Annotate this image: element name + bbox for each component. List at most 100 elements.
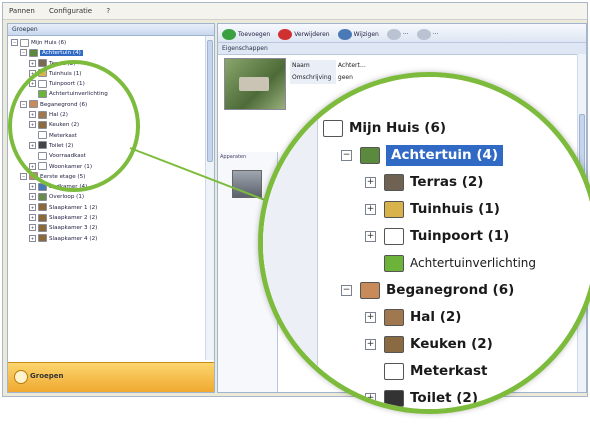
- menu-item-configuratie[interactable]: Configuratie: [43, 3, 98, 15]
- magnified-tree-item[interactable]: Mijn Huis (6): [323, 115, 536, 142]
- toolbar-button-label: ···: [402, 31, 409, 38]
- collapse-toggle[interactable]: −: [341, 149, 352, 161]
- menu-item-help[interactable]: ?: [100, 3, 116, 15]
- magnified-tree-item-label: Hal (2): [410, 309, 462, 325]
- menu-item-pannen[interactable]: Pannen: [3, 3, 41, 15]
- toolbar-button[interactable]: ···: [383, 24, 413, 40]
- tree-item[interactable]: − Achtertuin (4): [8, 48, 214, 58]
- magnified-tree-item[interactable]: + Tuinpoort (1): [323, 223, 536, 250]
- toolbar: Toevoegen Verwijderen Wijzigen ··· ···: [218, 24, 586, 43]
- tree-scrollbar[interactable]: [205, 36, 214, 360]
- tree-item[interactable]: + Terras (2): [8, 59, 214, 69]
- magnified-tree-item[interactable]: + Tuinhuis (1): [323, 196, 536, 223]
- magnified-tree-item[interactable]: − Beganegrond (6): [323, 277, 536, 304]
- device-thumbnail[interactable]: [232, 170, 262, 198]
- toolbar-button[interactable]: Toevoegen: [218, 24, 274, 40]
- magnified-tree-item-label: Achtertuin (4): [386, 145, 504, 166]
- tree-item[interactable]: + Slaapkamer 4 (2): [8, 234, 214, 244]
- expand-toggle[interactable]: +: [365, 311, 376, 323]
- collapse-toggle[interactable]: −: [341, 284, 352, 296]
- collapse-toggle[interactable]: −: [11, 39, 18, 46]
- tree-item[interactable]: + Overloop (1): [8, 192, 214, 202]
- groups-section-label: Groepen: [30, 372, 64, 380]
- house-icon: [323, 119, 343, 137]
- expand-toggle[interactable]: +: [29, 234, 36, 242]
- tree-item-label: Overloop (1): [49, 194, 85, 201]
- magnified-tree-callout: Mijn Huis (6) − Achtertuin (4) + Terras (2) +…: [258, 72, 590, 414]
- groups-section-button[interactable]: Groepen: [8, 362, 214, 392]
- disabled-icon: [386, 29, 401, 40]
- tree-item-label: Slaapkamer 4 (2): [49, 235, 98, 242]
- magnified-tree-item-label: Meterkast: [410, 363, 488, 379]
- magnified-tree-item-label: Beganegrond (6): [386, 282, 515, 298]
- kitchen-icon: [384, 335, 404, 353]
- scrollbar-thumb[interactable]: [207, 40, 213, 162]
- magnified-tree-item-label: Mijn Huis (6): [349, 120, 447, 136]
- toilet-icon: [384, 389, 404, 407]
- expand-toggle[interactable]: +: [365, 203, 376, 215]
- expand-toggle[interactable]: +: [29, 214, 36, 222]
- magnified-tree-item[interactable]: Meterkast: [323, 358, 536, 385]
- magnified-tree-item-label: Keuken (2): [410, 336, 493, 352]
- magnified-tree-item[interactable]: + Keuken (2): [323, 331, 536, 358]
- closet-icon: [384, 362, 404, 380]
- expand-toggle[interactable]: +: [29, 193, 36, 201]
- tree-item[interactable]: + Slaapkamer 2 (2): [8, 213, 214, 223]
- expand-toggle[interactable]: +: [365, 338, 376, 350]
- disabled-icon: [416, 29, 431, 40]
- toolbar-button[interactable]: Verwijderen: [274, 24, 333, 40]
- tree-item-label: Slaapkamer 1 (2): [49, 204, 98, 211]
- new-icon: [222, 29, 236, 40]
- tree-item[interactable]: + Slaapkamer 3 (2): [8, 223, 214, 233]
- groups-pane-header: Groepen: [8, 24, 214, 36]
- property-value[interactable]: Achtert…: [336, 62, 366, 69]
- expand-toggle[interactable]: +: [29, 224, 36, 232]
- bedroom-icon: [38, 203, 47, 212]
- collapse-toggle[interactable]: −: [20, 49, 27, 57]
- tree-item[interactable]: + Badkamer (4): [8, 182, 214, 192]
- tree-item-label: Slaapkamer 2 (2): [49, 215, 98, 222]
- gate-icon: [384, 227, 404, 245]
- tree-item[interactable]: − Mijn Huis (6): [8, 38, 214, 48]
- magnified-tree-item-label: Tuinpoort (1): [410, 228, 510, 244]
- edit-icon: [337, 29, 352, 40]
- groups-icon: [14, 370, 28, 384]
- terrace-icon: [384, 173, 404, 191]
- properties-header: Eigenschappen: [218, 43, 586, 55]
- menu-bar: Pannen Configuratie ?: [3, 3, 587, 20]
- garden-icon: [29, 48, 38, 57]
- delete-icon: [278, 29, 293, 40]
- magnified-tree: Mijn Huis (6) − Achtertuin (4) + Terras (2) +…: [323, 115, 536, 409]
- toolbar-button-label: Toevoegen: [238, 31, 271, 38]
- magnified-tree-item[interactable]: Achtertuinverlichting: [323, 250, 536, 277]
- landing-icon: [38, 192, 47, 201]
- toolbar-button[interactable]: ···: [413, 24, 443, 40]
- expand-toggle[interactable]: +: [365, 176, 376, 188]
- toolbar-button-label: Verwijderen: [294, 31, 330, 38]
- expand-toggle[interactable]: +: [29, 183, 36, 191]
- toolbar-button-label: Wijzigen: [353, 31, 379, 38]
- property-key: Naam: [290, 60, 336, 72]
- house-icon: [20, 38, 29, 47]
- toolbar-button[interactable]: Wijzigen: [334, 24, 383, 40]
- light-icon: [384, 254, 404, 272]
- tree-item-label: Slaapkamer 3 (2): [49, 225, 98, 232]
- magnified-tree-item[interactable]: + Toilet (2): [323, 385, 536, 409]
- magnified-pane-edge: [263, 77, 318, 409]
- expand-toggle[interactable]: +: [365, 392, 376, 404]
- highlight-circle: [8, 60, 140, 192]
- magnified-tree-item[interactable]: + Terras (2): [323, 169, 536, 196]
- tree-item-label: Achtertuin (4): [40, 50, 83, 57]
- expand-toggle[interactable]: +: [365, 230, 376, 242]
- property-row: Naam Achtert…: [290, 60, 366, 72]
- tree-item-label: Mijn Huis (6): [31, 40, 67, 46]
- bedroom-icon: [38, 213, 47, 222]
- tree-item[interactable]: + Slaapkamer 1 (2): [8, 203, 214, 213]
- expand-toggle[interactable]: +: [29, 59, 36, 67]
- gazebo-icon: [384, 200, 404, 218]
- expand-toggle[interactable]: +: [29, 203, 36, 211]
- magnified-tree-item[interactable]: − Achtertuin (4): [323, 142, 536, 169]
- magnified-tree-item-label: Tuinhuis (1): [410, 201, 500, 217]
- collapse-toggle[interactable]: −: [20, 172, 27, 180]
- magnified-tree-item[interactable]: + Hal (2): [323, 304, 536, 331]
